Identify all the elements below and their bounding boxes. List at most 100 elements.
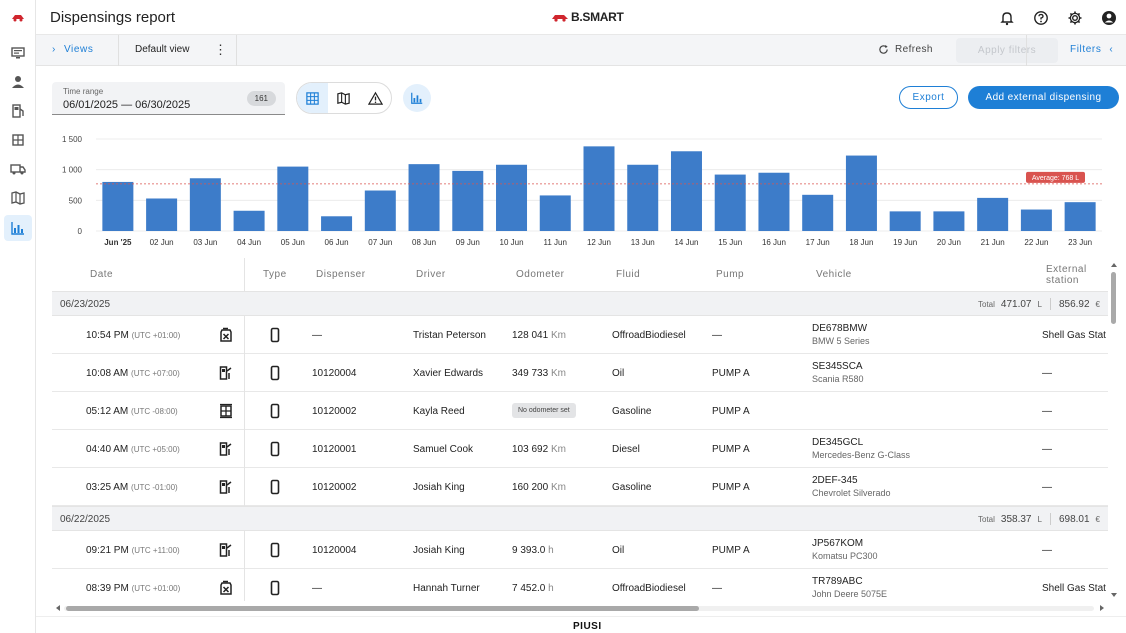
help-icon[interactable] bbox=[1024, 0, 1058, 35]
chart-bar[interactable] bbox=[364, 190, 396, 231]
add-external-dispensing-button[interactable]: Add external dispensing bbox=[968, 86, 1119, 109]
vehicle-plate: DE678BMW bbox=[812, 323, 868, 334]
table-view-button[interactable] bbox=[297, 83, 329, 113]
user-icon[interactable] bbox=[4, 69, 32, 95]
account-icon[interactable] bbox=[1092, 0, 1126, 35]
vehicle-cell: DE345GCL Mercedes-Benz G-Class bbox=[812, 436, 910, 462]
col-odometer[interactable]: Odometer bbox=[516, 269, 564, 280]
table-row[interactable]: 03:25 AM (UTC -01:00) 10120002 Josiah King… bbox=[52, 468, 1108, 506]
filters-toggle[interactable]: Filters ‹ bbox=[1070, 44, 1113, 55]
chart-bar[interactable] bbox=[977, 197, 1009, 231]
x-tick-label: 11 Jun bbox=[544, 238, 567, 247]
chart-bar[interactable] bbox=[845, 155, 877, 231]
table-row[interactable]: 04:40 AM (UTC +05:00) 10120001 Samuel Cook… bbox=[52, 430, 1108, 468]
col-external-line1: External bbox=[1046, 264, 1087, 275]
chart-bar[interactable] bbox=[933, 211, 965, 231]
col-pump[interactable]: Pump bbox=[716, 269, 744, 280]
chart-bar[interactable] bbox=[758, 172, 790, 231]
page-title: Dispensings report bbox=[50, 9, 176, 26]
dispensing-bar-chart: 0 500 1 000 1 500 Jun '25 02 Jun 03 Jun 04 Jun 0… bbox=[62, 135, 1102, 247]
dispenser-icon[interactable] bbox=[4, 127, 32, 153]
dispenser-id: — bbox=[312, 583, 322, 594]
driver-name: Josiah King bbox=[413, 482, 465, 493]
scroll-down-icon[interactable] bbox=[1110, 591, 1118, 599]
refresh-button[interactable]: Refresh bbox=[878, 44, 933, 55]
odometer-value: 160 200 Km bbox=[512, 482, 566, 493]
table-row[interactable]: 10:08 AM (UTC +07:00) 10120004 Xavier Edwa… bbox=[52, 354, 1108, 392]
time-value: 10:08 AM bbox=[86, 368, 129, 379]
chart-bar[interactable] bbox=[452, 170, 484, 231]
chart-bar[interactable] bbox=[889, 211, 921, 231]
gear-icon[interactable] bbox=[1058, 0, 1092, 35]
station-icon[interactable] bbox=[4, 98, 32, 124]
chart-bar[interactable] bbox=[1020, 209, 1052, 231]
scroll-right-icon[interactable] bbox=[1098, 604, 1106, 612]
monitor-icon[interactable] bbox=[4, 40, 32, 66]
chart-bar[interactable] bbox=[583, 146, 615, 231]
dispensing-time: 10:54 PM (UTC +01:00) bbox=[86, 330, 180, 341]
app: Dispensings report B.SMART › Views Defau… bbox=[0, 0, 1126, 633]
time-range-field[interactable]: Time range 06/01/2025 — 06/30/2025 161 bbox=[52, 82, 285, 115]
col-type[interactable]: Type bbox=[263, 269, 287, 280]
bell-icon[interactable] bbox=[990, 0, 1024, 35]
truck-icon[interactable] bbox=[4, 156, 32, 182]
fuel-station-icon bbox=[219, 479, 233, 495]
alerts-view-button[interactable] bbox=[360, 83, 391, 113]
time-value: 08:39 PM bbox=[86, 583, 129, 594]
chart-bar[interactable] bbox=[539, 195, 571, 231]
table-row[interactable]: 10:54 PM (UTC +01:00) — Tristan Peterson 12… bbox=[52, 316, 1108, 354]
refresh-label: Refresh bbox=[895, 44, 933, 55]
default-view-selector[interactable]: Default view bbox=[135, 44, 189, 55]
chart-bar[interactable] bbox=[321, 216, 353, 231]
vehicle-plate: SE345SCA bbox=[812, 361, 863, 372]
col-external-station[interactable]: External station bbox=[1046, 264, 1087, 286]
export-button[interactable]: Export bbox=[899, 86, 958, 109]
top-bar: Dispensings report B.SMART bbox=[36, 0, 1126, 35]
chart-bar[interactable] bbox=[233, 210, 265, 231]
fluid-name: Oil bbox=[612, 368, 625, 379]
col-date[interactable]: Date bbox=[90, 269, 113, 280]
table-row[interactable]: 05:12 AM (UTC -08:00) 10120002 Kayla Reed N… bbox=[52, 392, 1108, 430]
chart-bar[interactable] bbox=[1064, 202, 1096, 231]
logo-icon[interactable] bbox=[4, 4, 32, 30]
map-view-button[interactable] bbox=[328, 83, 359, 113]
chart-bar[interactable] bbox=[277, 166, 309, 231]
views-toggle[interactable]: › Views bbox=[52, 44, 93, 55]
col-dispenser[interactable]: Dispenser bbox=[316, 269, 366, 280]
scroll-up-icon[interactable] bbox=[1110, 261, 1118, 269]
scroll-thumb[interactable] bbox=[1111, 272, 1116, 324]
chart-bar[interactable] bbox=[189, 178, 221, 231]
side-rail bbox=[0, 0, 36, 633]
fuel-can-icon bbox=[219, 580, 233, 596]
vehicle-cell: JP567KOM Komatsu PC300 bbox=[812, 537, 878, 563]
chart-bar[interactable] bbox=[802, 194, 834, 231]
vehicle-model: Mercedes-Benz G-Class bbox=[812, 450, 911, 460]
horizontal-scrollbar[interactable] bbox=[52, 602, 1108, 614]
chart-bar[interactable] bbox=[627, 164, 659, 231]
col-fluid[interactable]: Fluid bbox=[616, 269, 640, 280]
scroll-left-icon[interactable] bbox=[54, 604, 62, 612]
chart-bar[interactable] bbox=[496, 164, 528, 231]
col-vehicle[interactable]: Vehicle bbox=[816, 269, 852, 280]
odometer-value: 7 452.0 h bbox=[512, 583, 554, 594]
time-range-label: Time range bbox=[63, 87, 104, 96]
col-driver[interactable]: Driver bbox=[416, 269, 446, 280]
table-row[interactable]: 09:21 PM (UTC +11:00) 10120004 Josiah King… bbox=[52, 531, 1108, 569]
footer-logo: PIUSI bbox=[573, 621, 602, 632]
chart-bar[interactable] bbox=[146, 198, 178, 231]
map-icon[interactable] bbox=[4, 185, 32, 211]
chart-bar[interactable] bbox=[408, 164, 440, 231]
driver-name: Xavier Edwards bbox=[413, 368, 484, 379]
views-bar: › Views Default view ⋮ Refresh Apply fil… bbox=[36, 35, 1126, 66]
apply-filters-button[interactable]: Apply filters bbox=[956, 38, 1058, 63]
more-options-icon[interactable]: ⋮ bbox=[214, 43, 227, 56]
report-icon[interactable] bbox=[4, 215, 32, 241]
vertical-scrollbar[interactable] bbox=[1108, 258, 1120, 602]
chart-bar[interactable] bbox=[714, 174, 746, 231]
vehicle-plate: JP567KOM bbox=[812, 538, 864, 549]
chart-toggle-button[interactable] bbox=[403, 84, 431, 112]
table-row[interactable]: 08:39 PM (UTC +01:00) — Hannah Turner 7 452… bbox=[52, 569, 1108, 601]
scroll-thumb[interactable] bbox=[66, 606, 699, 611]
chart-bar[interactable] bbox=[102, 181, 134, 231]
chart-bar[interactable] bbox=[670, 151, 702, 231]
